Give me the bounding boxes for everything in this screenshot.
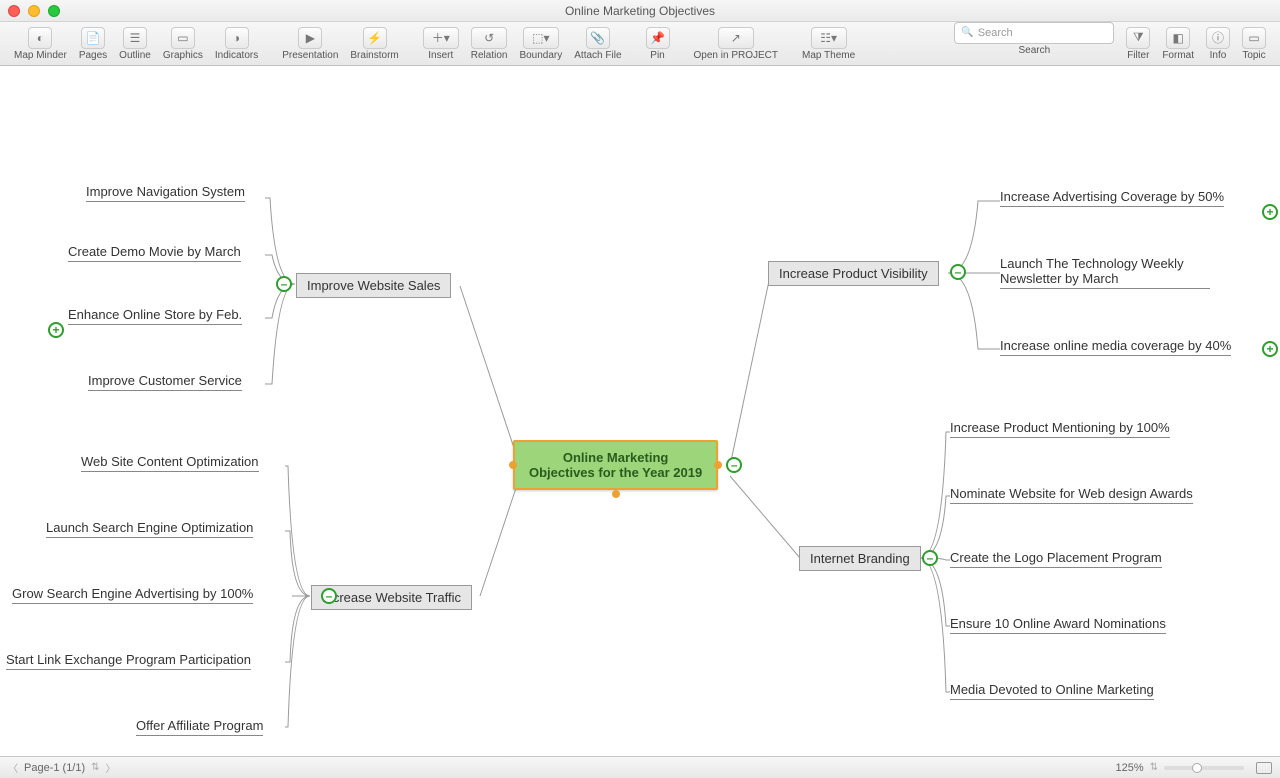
brainstorm-button[interactable]: ⚡Brainstorm: [344, 22, 404, 66]
window-controls: [8, 5, 60, 17]
minimize-icon[interactable]: [28, 5, 40, 17]
next-page-button[interactable]: 〉: [106, 760, 116, 775]
leaf-item[interactable]: Enhance Online Store by Feb.: [68, 305, 242, 325]
filter-icon: ⧩: [1126, 27, 1150, 49]
info-icon: ⓘ: [1206, 27, 1230, 49]
zoom-thumb[interactable]: [1192, 763, 1202, 773]
open-project-button[interactable]: ↗Open in PROJECT: [688, 22, 784, 66]
pages-button[interactable]: 📄Pages: [73, 22, 113, 66]
collapse-toggle[interactable]: –: [276, 276, 292, 292]
boundary-icon: ⬚▾: [523, 27, 559, 49]
leaf-item[interactable]: Improve Navigation System: [86, 182, 245, 202]
mindmap-canvas[interactable]: Online Marketing Objectives for the Year…: [0, 66, 1280, 756]
attach-file-button[interactable]: 📎Attach File: [568, 22, 627, 66]
leaf-item[interactable]: Web Site Content Optimization: [81, 452, 259, 472]
fit-view-icon[interactable]: [1256, 762, 1272, 774]
graphics-button[interactable]: ▭Graphics: [157, 22, 209, 66]
insert-icon: ＋▾: [423, 27, 459, 49]
topic-icon: ▭: [1242, 27, 1266, 49]
branch-internet-branding[interactable]: Internet Branding: [799, 546, 921, 571]
close-icon[interactable]: [8, 5, 20, 17]
info-button[interactable]: ⓘInfo: [1200, 22, 1236, 66]
pin-button[interactable]: 📌Pin: [640, 22, 676, 66]
filter-button[interactable]: ⧩Filter: [1120, 22, 1156, 66]
topic-button[interactable]: ▭Topic: [1236, 22, 1272, 66]
presentation-button[interactable]: ▶Presentation: [276, 22, 344, 66]
presentation-icon: ▶: [298, 27, 322, 49]
expand-toggle[interactable]: +: [1262, 341, 1278, 357]
central-topic[interactable]: Online Marketing Objectives for the Year…: [513, 440, 718, 490]
status-bar: 〈 Page-1 (1/1) ⇅ 〉 125% ⇅: [0, 756, 1280, 778]
leaf-item[interactable]: Media Devoted to Online Marketing: [950, 680, 1154, 700]
pages-icon: 📄: [81, 27, 105, 49]
leaf-item[interactable]: Launch Search Engine Optimization: [46, 518, 253, 538]
leaf-item[interactable]: Increase Advertising Coverage by 50%: [1000, 187, 1224, 207]
page-indicator: Page-1 (1/1): [24, 762, 85, 774]
leaf-item[interactable]: Launch The Technology Weekly Newsletter …: [1000, 254, 1210, 289]
resize-handle[interactable]: [612, 490, 620, 498]
page-stepper[interactable]: ⇅: [91, 762, 99, 773]
window-title: Online Marketing Objectives: [0, 4, 1280, 18]
leaf-item[interactable]: Improve Customer Service: [88, 371, 242, 391]
outline-icon: ☰: [123, 27, 147, 49]
insert-button[interactable]: ＋▾Insert: [417, 22, 465, 66]
collapse-toggle[interactable]: –: [922, 550, 938, 566]
map-theme-icon: ☷▾: [811, 27, 847, 49]
boundary-button[interactable]: ⬚▾Boundary: [513, 22, 568, 66]
map-minder-icon: ◐: [28, 27, 52, 49]
leaf-item[interactable]: Offer Affiliate Program: [136, 716, 263, 736]
zoom-slider[interactable]: [1164, 766, 1244, 770]
outline-button[interactable]: ☰Outline: [113, 22, 157, 66]
indicators-button[interactable]: ◑Indicators: [209, 22, 264, 66]
open-project-icon: ↗: [718, 27, 754, 49]
leaf-item[interactable]: Increase Product Mentioning by 100%: [950, 418, 1170, 438]
zoom-level: 125%: [1115, 762, 1143, 774]
central-line2: Objectives for the Year 2019: [529, 465, 702, 480]
map-theme-button[interactable]: ☷▾Map Theme: [796, 22, 861, 66]
collapse-toggle[interactable]: –: [950, 264, 966, 280]
collapse-toggle[interactable]: –: [321, 588, 337, 604]
branch-increase-product-visibility[interactable]: Increase Product Visibility: [768, 261, 939, 286]
expand-toggle[interactable]: +: [48, 322, 64, 338]
zoom-stepper[interactable]: ⇅: [1150, 762, 1158, 773]
relation-button[interactable]: ↺Relation: [465, 22, 514, 66]
leaf-item[interactable]: Create Demo Movie by March: [68, 242, 241, 262]
search-label: Search: [1018, 45, 1050, 56]
attach-file-icon: 📎: [586, 27, 610, 49]
search-input[interactable]: Search: [954, 22, 1114, 44]
leaf-item[interactable]: Grow Search Engine Advertising by 100%: [12, 584, 253, 604]
leaf-item[interactable]: Increase online media coverage by 40%: [1000, 336, 1231, 356]
relation-icon: ↺: [471, 27, 507, 49]
maximize-icon[interactable]: [48, 5, 60, 17]
collapse-toggle[interactable]: –: [726, 457, 742, 473]
leaf-item[interactable]: Start Link Exchange Program Participatio…: [6, 650, 251, 670]
format-button[interactable]: ◧Format: [1156, 22, 1200, 66]
prev-page-button[interactable]: 〈: [8, 760, 18, 775]
leaf-item[interactable]: Create the Logo Placement Program: [950, 548, 1162, 568]
graphics-icon: ▭: [171, 27, 195, 49]
brainstorm-icon: ⚡: [363, 27, 387, 49]
toolbar: ◐Map Minder 📄Pages ☰Outline ▭Graphics ◑I…: [0, 22, 1280, 66]
map-minder-button[interactable]: ◐Map Minder: [8, 22, 73, 66]
titlebar: Online Marketing Objectives: [0, 0, 1280, 22]
indicators-icon: ◑: [225, 27, 249, 49]
pin-icon: 📌: [646, 27, 670, 49]
central-line1: Online Marketing: [529, 450, 702, 465]
resize-handle[interactable]: [714, 461, 722, 469]
branch-improve-website-sales[interactable]: Improve Website Sales: [296, 273, 451, 298]
format-icon: ◧: [1166, 27, 1190, 49]
leaf-item[interactable]: Ensure 10 Online Award Nominations: [950, 614, 1166, 634]
resize-handle[interactable]: [509, 461, 517, 469]
leaf-item[interactable]: Nominate Website for Web design Awards: [950, 484, 1193, 504]
expand-toggle[interactable]: +: [1262, 204, 1278, 220]
